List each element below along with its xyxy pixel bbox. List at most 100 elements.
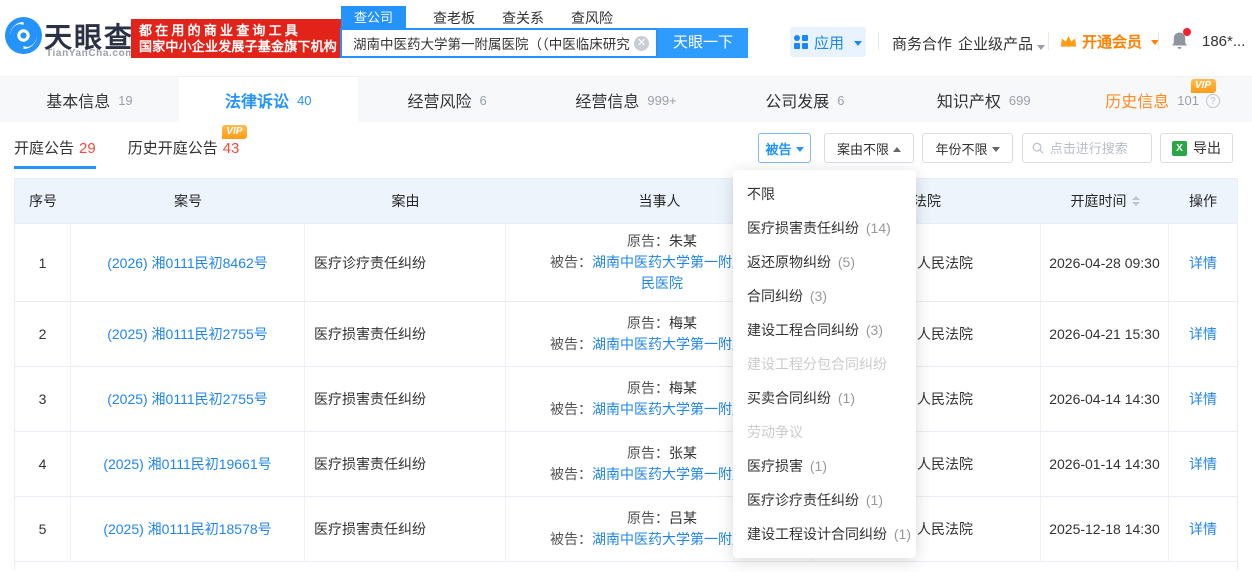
role-filter-label: 被告 [765,141,792,157]
plaintiff-name: 张某 [669,445,697,461]
detail-tab[interactable]: 公司发展 6 [715,77,894,122]
detail-tab[interactable]: 经营信息 999+ [537,77,716,122]
tab-count: 19 [118,93,133,108]
account-menu[interactable]: 186*... [1202,33,1252,50]
case-number-link[interactable]: (2025) 湘0111民初18578号 [103,519,271,539]
col-header-hearing-time[interactable]: 开庭时间 [1041,179,1169,223]
tab-label: 经营风险 [407,93,472,111]
defendant-label: 被告： [550,254,592,270]
export-button[interactable]: X 导出 [1160,133,1233,163]
option-count: (14) [865,220,891,236]
hearing-time-label: 开庭时间 [1070,193,1127,209]
tab-count: 40 [297,93,312,108]
dropdown-option[interactable]: 合同纠纷 (3) [733,279,916,313]
chevron-down-icon [795,146,804,152]
table-row: 4 (2025) 湘0111民初19661号 医疗损害责任纠纷 原告：张某 被告… [15,431,1237,496]
dropdown-option[interactable]: 返还原物纠纷 (5) [733,245,916,279]
detail-tab[interactable]: 经营风险 6 [358,77,537,122]
list-search-input[interactable] [1049,140,1142,156]
detail-link[interactable]: 详情 [1189,519,1217,539]
option-count: (1) [865,492,884,508]
search-type-tab[interactable]: 查关系 [502,8,544,28]
dropdown-option[interactable]: 建设工程设计合同纠纷 (1) [733,517,916,551]
option-label: 医疗损害责任纠纷 [747,220,859,236]
option-count: (1) [809,458,828,474]
subtab-count: 43 [222,140,240,157]
table-row: 3 (2025) 湘0111民初2755号 医疗损害责任纠纷 原告：梅某 被告：… [15,366,1237,431]
enterprise-label: 企业级产品 [958,36,1034,53]
slogan-line2: 国家中小企业发展子基金旗下机构 [139,39,338,54]
divider [1048,32,1049,50]
option-label: 返还原物纠纷 [747,254,831,270]
defendant-label: 被告： [550,336,592,352]
company-search-box: ✕ [340,28,658,58]
sort-icon[interactable] [1131,196,1140,206]
case-number-link[interactable]: (2026) 湘0111民初8462号 [107,253,268,273]
search-submit-button[interactable]: 天眼一下 [658,28,748,58]
plaintiff-label: 原告： [627,315,669,331]
case-number-link[interactable]: (2025) 湘0111民初2755号 [107,324,268,344]
detail-link[interactable]: 详情 [1189,324,1217,344]
detail-tab[interactable]: 法律诉讼 40 [178,77,358,122]
tianyancha-logo-icon[interactable] [5,17,42,54]
search-type-tab[interactable]: 查老板 [433,8,475,28]
role-filter-dropdown[interactable]: 被告 [758,133,811,163]
detail-link[interactable]: 详情 [1189,454,1217,474]
divider [878,32,879,50]
cause-filter-dropdown[interactable]: 案由不限 [824,133,914,163]
nav-enterprise-products[interactable]: 企业级产品 [958,33,1046,54]
case-number-link[interactable]: (2025) 湘0111民初2755号 [107,389,268,409]
hearing-time: 2026-04-21 15:30 [1041,302,1169,366]
row-index: 5 [15,497,71,561]
dropdown-option[interactable]: 不限 [733,177,916,211]
dropdown-option[interactable]: 医疗诊疗责任纠纷 (1) [733,483,916,517]
plaintiff-line: 原告：梅某 [627,313,697,334]
tab-count: 699 [1008,93,1031,108]
detail-tab[interactable]: 知识产权 699 [894,77,1073,122]
plaintiff-line: 原告：张某 [627,443,697,464]
partial-next-row [15,561,1237,570]
case-number-link[interactable]: (2025) 湘0111民初19661号 [103,454,271,474]
cause-dropdown-menu: 不限 医疗损害责任纠纷 (14) 返还原物纠纷 (5) 合同纠纷 (3) 建设工… [733,170,916,558]
company-search-input[interactable] [353,35,630,51]
open-membership-button[interactable]: 开通会员 [1060,31,1160,52]
notifications-bell-icon[interactable] [1170,28,1192,53]
defendant-company-link-wrap[interactable]: 民医院 [641,275,683,291]
plaintiff-name: 梅某 [669,380,697,396]
dropdown-option[interactable]: 建设工程合同纠纷 (3) [733,313,916,347]
clear-search-icon[interactable]: ✕ [634,36,649,51]
dropdown-option[interactable]: 医疗损害责任纠纷 (14) [733,211,916,245]
dropdown-option[interactable]: 医疗损害 (1) [733,449,916,483]
apps-menu-button[interactable]: 应用 [790,27,866,57]
subtab[interactable]: 开庭公告 29 [14,137,96,169]
option-label: 医疗诊疗责任纠纷 [747,492,859,508]
detail-tab[interactable]: 基本信息 19 [0,77,179,122]
table-row: 2 (2025) 湘0111民初2755号 医疗损害责任纠纷 原告：梅某 被告：… [15,301,1237,366]
case-cause: 医疗损害责任纠纷 [305,302,506,366]
subtab[interactable]: VIP 历史开庭公告 43 [128,125,248,169]
year-filter-dropdown[interactable]: 年份不限 [922,133,1013,163]
case-cause: 医疗损害责任纠纷 [305,367,506,431]
dropdown-option[interactable]: 建设工程分包合同纠纷 [733,347,916,381]
table-row: 5 (2025) 湘0111民初18578号 医疗损害责任纠纷 原告：吕某 被告… [15,496,1237,561]
detail-link[interactable]: 详情 [1189,253,1217,273]
plaintiff-name: 吕某 [669,510,697,526]
notification-dot [1183,28,1191,36]
chevron-down-icon [1037,45,1046,50]
row-index: 2 [15,302,71,366]
vip-badge: VIP [222,125,248,139]
detail-link[interactable]: 详情 [1189,389,1217,409]
detail-tab[interactable]: VIP 历史信息 101 ? [1073,77,1252,122]
dropdown-option[interactable]: 买卖合同纠纷 (1) [733,381,916,415]
dropdown-option[interactable]: 劳动争议 [733,415,916,449]
nav-business-cooperation[interactable]: 商务合作 [892,33,952,54]
col-header-index: 序号 [29,193,57,209]
search-type-tab[interactable]: 查风险 [571,8,613,28]
search-icon [1032,142,1044,154]
table-body: 1 (2026) 湘0111民初8462号 医疗诊疗责任纠纷 原告：朱某 被告：… [15,223,1237,561]
case-cause: 医疗损害责任纠纷 [305,432,506,496]
tab-count: 6 [479,93,487,108]
tab-count: 999+ [647,93,677,108]
help-icon[interactable]: ? [1205,93,1220,108]
search-type-tab[interactable]: 查公司 [341,6,407,29]
